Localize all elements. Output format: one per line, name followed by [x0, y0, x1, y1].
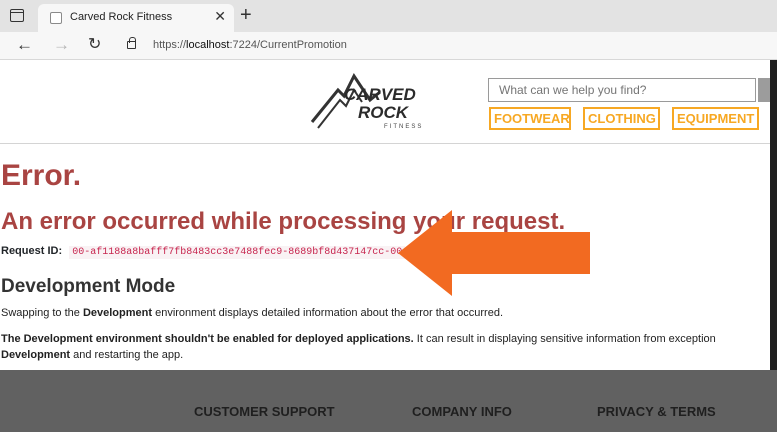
request-id-label: Request ID: — [1, 245, 63, 257]
error-content: Error. An error occurred while processin… — [0, 144, 777, 370]
url-host: localhost — [186, 39, 230, 51]
footer-privacy-terms[interactable]: PRIVACY & TERMS — [597, 404, 716, 419]
logo-line-3: FITNESS — [384, 124, 423, 130]
p2-bold: The Development environment shouldn't be… — [1, 333, 414, 345]
error-title: Error. — [1, 159, 82, 192]
forward-button[interactable]: → — [53, 35, 70, 55]
address-bar: ← → ↻ https://localhost:7224/CurrentProm… — [0, 32, 777, 60]
dev-mode-paragraph-1: Swapping to the Development environment … — [1, 307, 503, 319]
search-input[interactable] — [488, 78, 756, 102]
nav-clothing[interactable]: CLOTHING — [583, 107, 660, 130]
left-arrow-annotation-icon — [398, 210, 590, 296]
request-id-row: Request ID: 00-af1188a8bafff7fb8483cc3e7… — [1, 245, 406, 259]
nav-footwear[interactable]: FOOTWEAR — [489, 107, 571, 130]
p3-post: and restarting the app. — [70, 349, 184, 361]
logo-line-2: ROCK — [358, 103, 410, 122]
logo-line-1: CARVED — [344, 85, 416, 104]
p1-post: environment displays detailed informatio… — [152, 307, 503, 319]
back-button[interactable]: ← — [16, 35, 33, 55]
dev-mode-paragraph-2: The Development environment shouldn't be… — [1, 331, 716, 363]
url-field[interactable]: https://localhost:7224/CurrentPromotion — [153, 39, 347, 51]
browser-tab-bar: Carved Rock Fitness ✕ + — [0, 0, 777, 32]
url-path: :7224/CurrentPromotion — [229, 39, 347, 51]
p1-pre: Swapping to the — [1, 307, 83, 319]
tab-actions-icon[interactable] — [10, 9, 24, 22]
nav-equipment[interactable]: EQUIPMENT — [672, 107, 759, 130]
reload-button[interactable]: ↻ — [88, 35, 101, 55]
site-footer: CUSTOMER SUPPORT COMPANY INFO PRIVACY & … — [0, 370, 777, 432]
development-mode-heading: Development Mode — [1, 276, 176, 297]
tab-title: Carved Rock Fitness — [70, 11, 173, 23]
lock-icon[interactable] — [127, 37, 136, 49]
page-edge-shadow — [770, 60, 777, 370]
close-tab-icon[interactable]: ✕ — [214, 8, 226, 25]
p3-bold: Development — [1, 349, 71, 361]
site-header: CARVED ROCK FITNESS FOOTWEAR CLOTHING EQ… — [0, 60, 777, 144]
browser-tab[interactable]: Carved Rock Fitness ✕ — [38, 4, 234, 32]
request-id-value: 00-af1188a8bafff7fb8483cc3e7488fec9-8689… — [69, 246, 406, 259]
footer-customer-support[interactable]: CUSTOMER SUPPORT — [194, 404, 335, 419]
footer-company-info[interactable]: COMPANY INFO — [412, 404, 512, 419]
url-scheme: https:// — [153, 39, 187, 51]
page-favicon-icon — [50, 12, 62, 24]
carved-rock-logo[interactable]: CARVED ROCK FITNESS — [310, 70, 444, 132]
p2-post: It can result in displaying sensitive in… — [413, 333, 716, 345]
new-tab-button[interactable]: + — [240, 4, 252, 26]
p1-bold: Development — [82, 307, 153, 319]
